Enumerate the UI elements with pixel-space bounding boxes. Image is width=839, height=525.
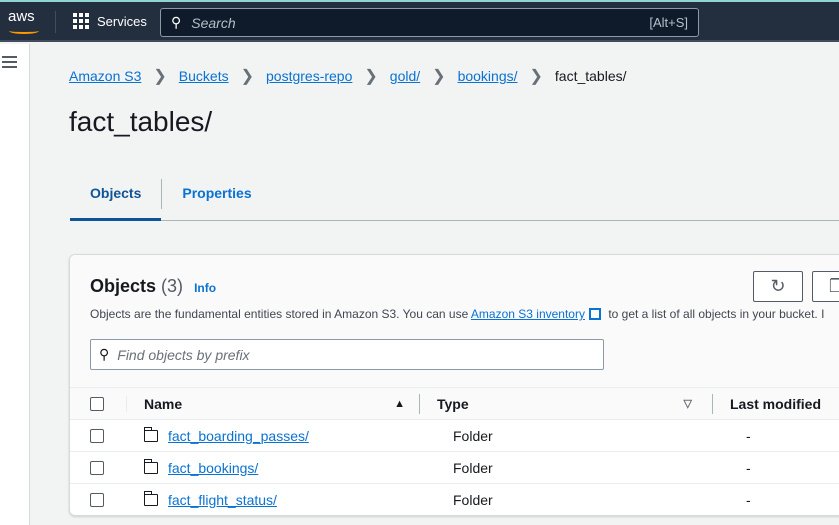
grid-icon bbox=[73, 13, 89, 29]
object-type: Folder bbox=[453, 459, 493, 476]
row-checkbox[interactable] bbox=[90, 492, 104, 507]
global-search-input[interactable]: ⚲ Search [Alt+S] bbox=[160, 8, 699, 37]
find-objects-input[interactable]: ⚲ Find objects by prefix bbox=[90, 339, 604, 370]
chevron-right-icon: ❯ bbox=[529, 68, 543, 85]
desc-text: Objects are the fundamental entities sto… bbox=[90, 307, 471, 321]
column-name[interactable]: Name ▲ bbox=[126, 395, 419, 412]
top-nav: aws Services ⚲ Search [Alt+S] bbox=[0, 2, 839, 42]
logo-text: aws bbox=[8, 8, 35, 25]
chevron-right-icon: ❯ bbox=[153, 68, 167, 85]
column-label: Last modified bbox=[730, 395, 822, 412]
tab-objects[interactable]: Objects bbox=[70, 178, 162, 221]
objects-heading: Objects (3) Info bbox=[90, 276, 216, 297]
search-placeholder: Search bbox=[191, 14, 236, 31]
objects-count: (3) bbox=[161, 276, 184, 296]
s3-inventory-link[interactable]: Amazon S3 inventory bbox=[471, 307, 585, 321]
copy-icon: ❐ bbox=[829, 276, 839, 296]
object-name-link[interactable]: fact_boarding_passes/ bbox=[168, 428, 309, 444]
object-modified: - bbox=[746, 427, 751, 444]
tab-properties[interactable]: Properties bbox=[162, 178, 271, 221]
breadcrumb-bucket[interactable]: postgres-repo bbox=[266, 68, 352, 84]
refresh-button[interactable]: ↻ bbox=[753, 271, 803, 302]
row-checkbox[interactable] bbox=[90, 428, 104, 443]
objects-title: Objects bbox=[90, 276, 157, 296]
folder-icon bbox=[143, 490, 158, 506]
sort-icon[interactable]: ▽ bbox=[684, 397, 692, 410]
folder-icon bbox=[143, 426, 158, 442]
chevron-right-icon: ❯ bbox=[432, 68, 446, 85]
sort-ascending-icon[interactable]: ▲ bbox=[394, 398, 405, 410]
refresh-icon: ↻ bbox=[770, 276, 786, 296]
search-shortcut: [Alt+S] bbox=[649, 15, 688, 30]
chevron-right-icon: ❯ bbox=[240, 68, 254, 85]
tabs: Objects Properties bbox=[70, 178, 839, 221]
aws-logo[interactable]: aws bbox=[8, 8, 39, 34]
info-link[interactable]: Info bbox=[194, 281, 216, 295]
column-last-modified[interactable]: Last modified bbox=[712, 393, 822, 414]
breadcrumb-current: fact_tables/ bbox=[554, 68, 627, 84]
column-label: Name bbox=[144, 395, 183, 412]
services-button[interactable]: Services bbox=[73, 13, 147, 29]
object-name-link[interactable]: fact_bookings/ bbox=[168, 460, 258, 476]
table-row: fact_boarding_passes/ Folder - bbox=[70, 420, 839, 452]
breadcrumb-amazon-s3[interactable]: Amazon S3 bbox=[69, 68, 141, 84]
table-row: fact_flight_status/ Folder - bbox=[70, 484, 839, 515]
object-type: Folder bbox=[453, 491, 493, 508]
menu-icon[interactable] bbox=[2, 56, 17, 71]
breadcrumb: Amazon S3 ❯ Buckets ❯ postgres-repo ❯ gold/… bbox=[69, 66, 627, 86]
search-icon: ⚲ bbox=[99, 346, 110, 362]
table-row: fact_bookings/ Folder - bbox=[70, 452, 839, 484]
objects-description: Objects are the fundamental entities sto… bbox=[90, 307, 824, 321]
objects-panel: Objects (3) Info ↻ ❐ Objects are the fun… bbox=[69, 254, 839, 516]
filter-placeholder: Find objects by prefix bbox=[117, 346, 250, 363]
object-modified: - bbox=[746, 459, 751, 476]
breadcrumb-buckets[interactable]: Buckets bbox=[179, 68, 229, 84]
divider bbox=[55, 11, 56, 33]
search-icon: ⚲ bbox=[171, 14, 182, 30]
external-link-icon bbox=[588, 308, 601, 320]
page-title: fact_tables/ bbox=[69, 106, 213, 137]
column-label: Type bbox=[437, 395, 469, 412]
side-nav bbox=[0, 44, 30, 525]
copy-button[interactable]: ❐ bbox=[812, 271, 839, 302]
desc-text-after: to get a list of all objects in your buc… bbox=[604, 307, 825, 321]
folder-icon bbox=[143, 458, 158, 474]
object-name-link[interactable]: fact_flight_status/ bbox=[168, 492, 277, 508]
column-type[interactable]: Type ▽ bbox=[419, 393, 712, 414]
breadcrumb-gold[interactable]: gold/ bbox=[390, 68, 420, 84]
breadcrumb-bookings[interactable]: bookings/ bbox=[458, 68, 518, 84]
row-checkbox[interactable] bbox=[90, 460, 104, 475]
object-type: Folder bbox=[453, 427, 493, 444]
object-modified: - bbox=[746, 491, 751, 508]
services-label: Services bbox=[97, 13, 147, 29]
chevron-right-icon: ❯ bbox=[364, 68, 378, 85]
select-all-checkbox[interactable] bbox=[90, 396, 104, 411]
table-header: Name ▲ Type ▽ Last modified bbox=[70, 388, 839, 420]
